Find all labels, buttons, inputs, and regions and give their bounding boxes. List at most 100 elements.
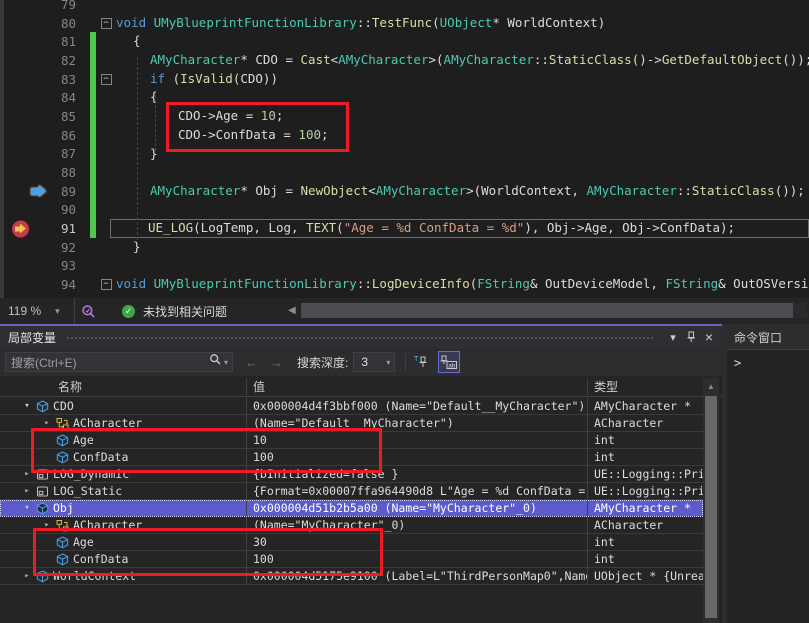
pin-icon[interactable] xyxy=(682,328,700,346)
locals-row-Obj[interactable]: ▾Obj0x000004d51b2b5a00 (Name="MyCharacte… xyxy=(0,500,703,517)
breakpoint-margin[interactable] xyxy=(0,0,30,14)
scroll-up-icon[interactable]: ▲ xyxy=(703,378,719,391)
cell-value[interactable]: {bInitialized=false } xyxy=(247,466,588,482)
locals-row-Age[interactable]: Age10int xyxy=(0,432,703,449)
locals-title-bar[interactable]: 局部变量 ▾ × xyxy=(0,326,722,348)
vertical-scrollbar[interactable]: ▲ xyxy=(703,378,719,623)
code-line-85[interactable]: 85CDO->Age = 10; xyxy=(0,107,809,126)
pin-to-source-button[interactable]: T xyxy=(411,351,433,373)
command-window-body[interactable]: > xyxy=(727,349,809,623)
nav-back-icon[interactable]: ← xyxy=(245,355,258,370)
locals-row-ConfData[interactable]: ConfData100int xyxy=(0,551,703,568)
cell-value[interactable]: (Name="MyCharacter"_0) xyxy=(247,517,588,533)
horizontal-scrollbar-thumb[interactable] xyxy=(301,303,793,318)
cell-name[interactable]: ▾Obj xyxy=(0,500,247,516)
code-line-86[interactable]: 86CDO->ConfData = 100; xyxy=(0,126,809,145)
code-line-88[interactable]: 88 xyxy=(0,163,809,182)
cell-name[interactable]: ConfData xyxy=(0,551,247,567)
breakpoint-current-statement-icon[interactable] xyxy=(12,220,29,237)
cell-name[interactable]: ▸LOG_Static xyxy=(0,483,247,499)
code-line-94[interactable]: 94−void UMyBlueprintFunctionLibrary::Log… xyxy=(0,275,809,294)
column-header-name[interactable]: 名称 xyxy=(0,378,247,395)
breakpoint-margin[interactable] xyxy=(0,163,30,182)
code-line-87[interactable]: 87} xyxy=(0,145,809,164)
breakpoint-margin[interactable] xyxy=(0,51,30,70)
cell-value[interactable]: 100 xyxy=(247,449,588,465)
code-line-79[interactable]: 79 xyxy=(0,0,809,14)
expander-open-icon[interactable]: ▾ xyxy=(20,401,34,411)
breakpoint-margin[interactable] xyxy=(0,257,30,276)
cell-value[interactable]: 0x000004d4f3bbf000 (Name="Default__MyCha… xyxy=(247,398,588,414)
breakpoint-margin[interactable] xyxy=(0,126,30,145)
expander-open-icon[interactable]: ▾ xyxy=(20,503,34,513)
breakpoint-margin[interactable] xyxy=(0,182,30,201)
cell-name[interactable]: Age xyxy=(0,534,247,550)
expander-closed-icon[interactable]: ▸ xyxy=(40,418,54,428)
cell-value[interactable]: (Name="Default__MyCharacter") xyxy=(247,415,588,431)
breakpoint-margin[interactable] xyxy=(0,107,30,126)
search-input[interactable]: 搜索(Ctrl+E) ▾ xyxy=(5,352,233,372)
column-header-type[interactable]: 类型 xyxy=(588,378,722,395)
locals-row-LOG_Static[interactable]: ▸LOG_Static{Format=0x00007ffa964490d8 L"… xyxy=(0,483,703,500)
close-icon[interactable]: × xyxy=(700,328,718,346)
breakpoint-margin[interactable] xyxy=(0,88,30,107)
cell-value[interactable]: 10 xyxy=(247,432,588,448)
locals-row-LOG_Dynamic[interactable]: ▸LOG_Dynamic{bInitialized=false }UE::Log… xyxy=(0,466,703,483)
search-icon[interactable] xyxy=(209,353,222,371)
locals-row-CDO[interactable]: ▾CDO0x000004d4f3bbf000 (Name="Default__M… xyxy=(0,398,703,415)
code-line-93[interactable]: 93 xyxy=(0,257,809,276)
search-depth-combo[interactable]: 3 ▾ xyxy=(353,352,395,372)
expander-closed-icon[interactable]: ▸ xyxy=(20,571,34,581)
zoom-combo[interactable]: 119 % ▾ xyxy=(0,298,75,324)
cell-name[interactable]: ▸ACharacter xyxy=(0,415,247,431)
expander-closed-icon[interactable]: ▸ xyxy=(20,486,34,496)
code-line-82[interactable]: 82AMyCharacter* CDO = Cast<AMyCharacter>… xyxy=(0,51,809,70)
expander-closed-icon[interactable]: ▸ xyxy=(20,469,34,479)
cell-value[interactable]: 0x000004d5175e9100 (Label=L"ThirdPersonM… xyxy=(247,568,588,584)
cell-name[interactable]: ▸ACharacter xyxy=(0,517,247,533)
breakpoint-margin[interactable] xyxy=(0,238,30,257)
locals-row-ACharacter[interactable]: ▸ACharacter(Name="MyCharacter"_0)ACharac… xyxy=(0,517,703,534)
nav-forward-icon[interactable]: → xyxy=(270,355,283,370)
column-header-value[interactable]: 值 xyxy=(247,378,588,395)
chevron-down-icon[interactable]: ▾ xyxy=(224,358,228,367)
breakpoint-margin[interactable] xyxy=(0,145,30,164)
expander-closed-icon[interactable]: ▸ xyxy=(40,520,54,530)
code-line-81[interactable]: 81{ xyxy=(0,32,809,51)
fold-toggle[interactable]: − xyxy=(96,74,116,85)
code-line-90[interactable]: 90 xyxy=(0,201,809,220)
breakpoint-margin[interactable] xyxy=(0,14,30,33)
command-window-panel[interactable]: 命令窗口 > xyxy=(727,324,809,623)
code-editor[interactable]: 7980−void UMyBlueprintFunctionLibrary::T… xyxy=(0,0,809,298)
cell-name[interactable]: ▸LOG_Dynamic xyxy=(0,466,247,482)
breakpoint-margin[interactable] xyxy=(0,70,30,89)
fold-toggle[interactable]: − xyxy=(96,18,116,29)
pin-property-values-button[interactable]: ab xyxy=(438,351,460,373)
breakpoint-margin[interactable] xyxy=(0,201,30,220)
cell-value[interactable]: 30 xyxy=(247,534,588,550)
locals-row-ACharacter[interactable]: ▸ACharacter(Name="Default__MyCharacter")… xyxy=(0,415,703,432)
locals-row-WorldContext[interactable]: ▸WorldContext0x000004d5175e9100 (Label=L… xyxy=(0,568,703,585)
cell-value[interactable]: {Format=0x00007ffa964490d8 L"Age = %d Co… xyxy=(247,483,588,499)
breakpoint-margin[interactable] xyxy=(0,275,30,294)
fold-toggle[interactable]: − xyxy=(96,279,116,290)
command-prompt[interactable]: > xyxy=(727,350,809,370)
code-line-84[interactable]: 84{ xyxy=(0,88,809,107)
bookmark-icon[interactable] xyxy=(31,185,46,197)
cell-name[interactable]: ▾CDO xyxy=(0,398,247,414)
code-line-91[interactable]: 91UE_LOG(LogTemp, Log, TEXT("Age = %d Co… xyxy=(0,219,809,238)
locals-row-Age[interactable]: Age30int xyxy=(0,534,703,551)
code-analysis-icon[interactable] xyxy=(81,304,96,319)
window-menu-icon[interactable]: ▾ xyxy=(664,328,682,346)
vertical-scrollbar-thumb[interactable] xyxy=(705,396,717,618)
cell-value[interactable]: 0x000004d51b2b5a00 (Name="MyCharacter"_0… xyxy=(247,500,588,516)
locals-row-ConfData[interactable]: ConfData100int xyxy=(0,449,703,466)
breakpoint-margin[interactable] xyxy=(0,219,30,238)
code-line-80[interactable]: 80−void UMyBlueprintFunctionLibrary::Tes… xyxy=(0,14,809,33)
code-line-89[interactable]: 89AMyCharacter* Obj = NewObject<AMyChara… xyxy=(0,182,809,201)
cell-name[interactable]: ▸WorldContext xyxy=(0,568,247,584)
breakpoint-margin[interactable] xyxy=(0,32,30,51)
code-line-92[interactable]: 92} xyxy=(0,238,809,257)
cell-name[interactable]: ConfData xyxy=(0,449,247,465)
drag-grip[interactable] xyxy=(66,335,654,340)
